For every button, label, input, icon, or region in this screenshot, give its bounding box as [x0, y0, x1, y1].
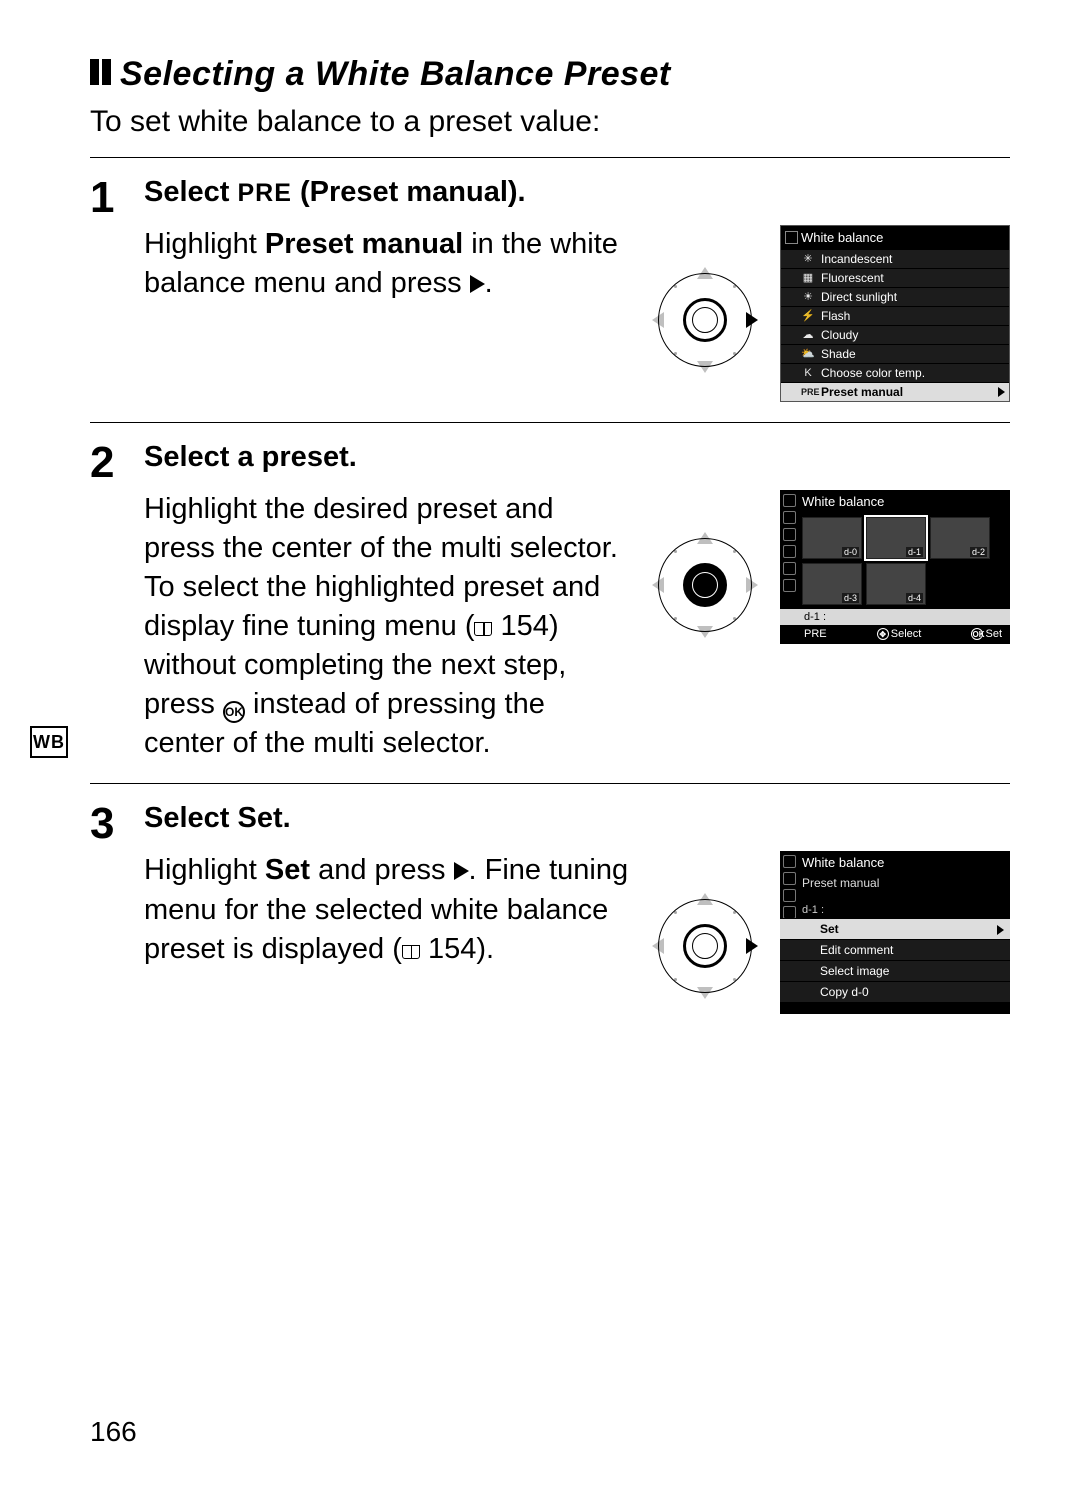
lcd3-option: Set — [780, 918, 1010, 939]
step-1: 1 Select PRE (Preset manual). Highlight … — [90, 157, 1010, 422]
step-number: 2 — [90, 441, 130, 485]
lcd3-option: Copy d-0 — [780, 981, 1010, 1002]
lcd2-title: White balance — [780, 490, 1010, 513]
lcd1-item: ▦Fluorescent — [781, 268, 1009, 287]
lcd3-option: Select image — [780, 960, 1010, 981]
section-title-text: Selecting a White Balance Preset — [120, 55, 671, 93]
page-ref-icon — [402, 945, 420, 959]
multi-selector-right-icon — [650, 265, 760, 375]
lcd2-thumb: d-0 — [802, 517, 862, 559]
multi-selector-center-icon — [650, 530, 760, 640]
page-number: 166 — [90, 1416, 137, 1448]
lcd1-title: White balance — [781, 226, 1009, 249]
step-2-text: Highlight the desired preset and press t… — [144, 490, 630, 764]
step-1-heading: Select PRE (Preset manual). — [144, 176, 1010, 209]
lcd3-label: d-1 : — [780, 902, 1010, 918]
lcd-preset-grid: White balance d-0d-1d-2d-3d-4 d-1 : PRE … — [780, 490, 1010, 644]
lcd1-item: ✳Incandescent — [781, 249, 1009, 268]
lcd2-foot-right: OKSet — [971, 628, 1002, 640]
lcd1-item-highlight: PREPreset manual — [781, 382, 1009, 401]
section-title: Selecting a White Balance Preset — [90, 55, 1010, 94]
lcd-wb-menu: White balance ✳Incandescent▦Fluorescent☀… — [780, 225, 1010, 402]
lcd1-item: ⚡Flash — [781, 306, 1009, 325]
step-3-heading: Select Set. — [144, 802, 1010, 835]
lcd-set-menu: White balance Preset manual d-1 : SetEdi… — [780, 851, 1010, 1014]
lcd3-title: White balance — [780, 851, 1010, 874]
step-2: 2 Select a preset. Highlight the desired… — [90, 422, 1010, 784]
lcd1-item: ☁Cloudy — [781, 325, 1009, 344]
lcd2-thumb: d-1 — [866, 517, 926, 559]
ok-button-icon: OK — [223, 701, 245, 723]
multi-selector-right-icon — [650, 891, 760, 1001]
right-arrow-icon — [470, 275, 485, 293]
step-3-text: Highlight Set and press . Fine tuning me… — [144, 851, 630, 968]
lcd1-item: ☀Direct sunlight — [781, 287, 1009, 306]
lcd2-foot-mid: ✥Select — [877, 628, 922, 640]
lcd3-option: Edit comment — [780, 939, 1010, 960]
step-2-heading: Select a preset. — [144, 441, 1010, 474]
lcd2-foot-left: PRE — [804, 628, 827, 640]
lcd1-item: KChoose color temp. — [781, 363, 1009, 382]
step-1-text: Highlight Preset manual in the white bal… — [144, 225, 630, 303]
lcd2-thumb: d-2 — [930, 517, 990, 559]
lcd2-thumb: d-3 — [802, 563, 862, 605]
step-3: 3 Select Set. Highlight Set and press . … — [90, 783, 1010, 1034]
intro-text: To set white balance to a preset value: — [90, 102, 1010, 143]
wb-side-tab: WB — [30, 726, 68, 758]
lcd1-item: ⛅Shade — [781, 344, 1009, 363]
heading-bars-icon — [90, 55, 114, 94]
lcd3-sub: Preset manual — [780, 874, 1010, 892]
lcd2-info: d-1 : — [780, 609, 1010, 625]
step-number: 3 — [90, 802, 130, 846]
lcd2-thumb: d-4 — [866, 563, 926, 605]
right-arrow-icon — [454, 862, 469, 880]
page-ref-icon — [474, 622, 492, 636]
step-number: 1 — [90, 176, 130, 220]
